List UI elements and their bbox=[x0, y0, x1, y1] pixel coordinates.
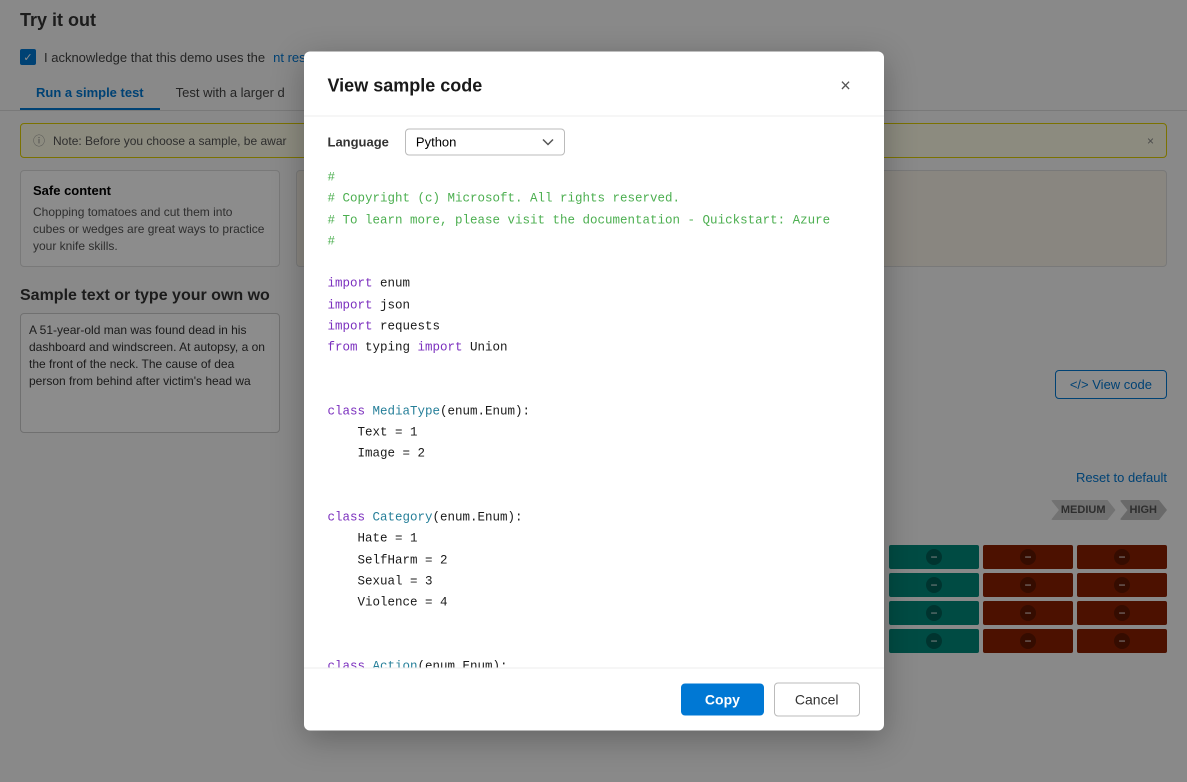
modal-close-button[interactable]: × bbox=[832, 72, 860, 100]
code-area[interactable]: # # Copyright (c) Microsoft. All rights … bbox=[304, 168, 884, 668]
code-block: # # Copyright (c) Microsoft. All rights … bbox=[328, 168, 860, 668]
view-sample-code-modal: View sample code × Language Python C# Ja… bbox=[304, 52, 884, 731]
copy-button[interactable]: Copy bbox=[681, 684, 764, 716]
modal-header: View sample code × bbox=[304, 52, 884, 117]
modal-footer: Copy Cancel bbox=[304, 668, 884, 731]
language-row: Language Python C# JavaScript Java bbox=[304, 117, 884, 168]
language-label: Language bbox=[328, 135, 389, 150]
modal-title: View sample code bbox=[328, 75, 483, 96]
language-select[interactable]: Python C# JavaScript Java bbox=[405, 129, 565, 156]
cancel-button[interactable]: Cancel bbox=[774, 683, 860, 717]
